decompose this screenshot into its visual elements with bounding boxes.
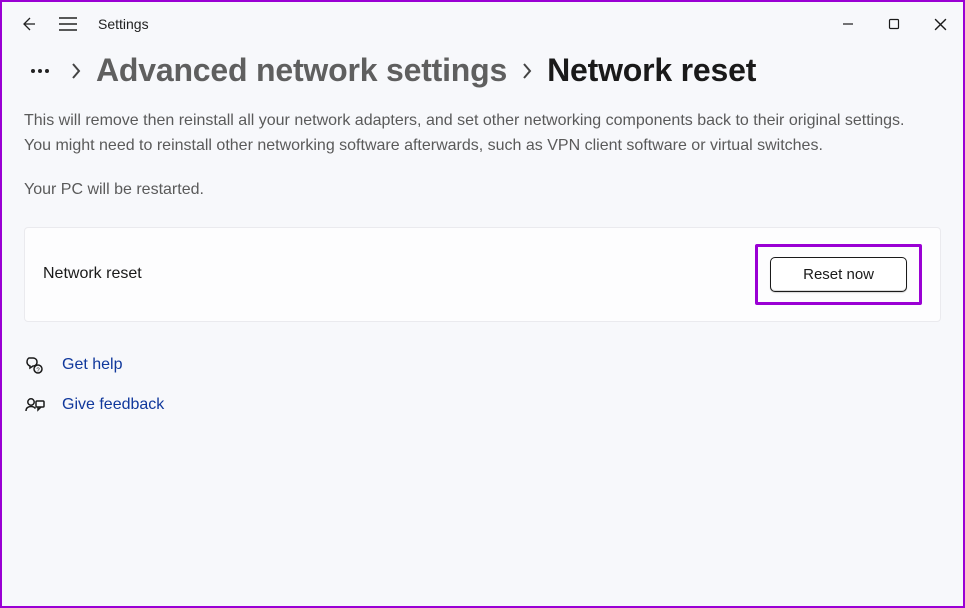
give-feedback-link[interactable]: Give feedback [62,396,164,414]
chevron-right-icon [70,61,82,81]
network-reset-card: Network reset Reset now [24,227,941,322]
give-feedback-row[interactable]: Give feedback [24,394,941,416]
breadcrumb-prev[interactable]: Advanced network settings [96,52,507,89]
restart-note: Your PC will be restarted. [24,181,941,199]
minimize-button[interactable] [825,6,871,42]
window-title: Settings [98,16,149,32]
chevron-right-icon [521,61,533,81]
get-help-row[interactable]: ? Get help [24,354,941,376]
annotation-highlight: Reset now [755,244,922,305]
window-controls [825,6,963,42]
description-text: This will remove then reinstall all your… [24,109,934,159]
titlebar: Settings [2,2,963,46]
breadcrumb-more-button[interactable] [24,55,56,87]
close-button[interactable] [917,6,963,42]
reset-now-button[interactable]: Reset now [770,257,907,292]
breadcrumb: Advanced network settings Network reset [24,52,941,89]
back-button[interactable] [12,8,44,40]
help-icon: ? [24,354,46,376]
menu-button[interactable] [52,8,84,40]
card-label: Network reset [43,265,142,283]
breadcrumb-current: Network reset [547,52,756,89]
maximize-button[interactable] [871,6,917,42]
feedback-icon [24,394,46,416]
get-help-link[interactable]: Get help [62,356,122,374]
